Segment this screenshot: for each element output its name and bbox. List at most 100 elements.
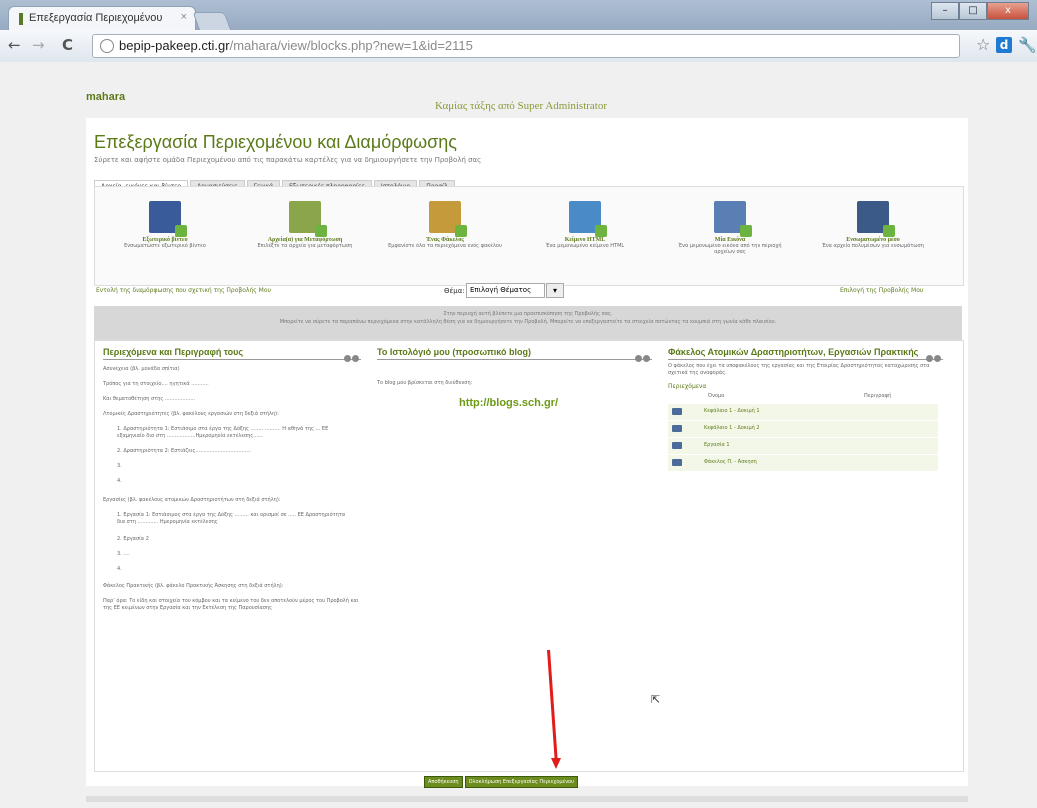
list-item[interactable]: Φάκελος Π. - Άσκηση xyxy=(668,455,938,472)
block-html[interactable]: Κείμενο HTML Ένα μεμονωμένο κείμενο HTML xyxy=(525,201,645,249)
folder-desc: Ο φάκελος που έχει τα υποφακέλους της ερ… xyxy=(668,363,930,376)
folder-icon xyxy=(672,442,682,449)
tab-close-icon[interactable]: × xyxy=(181,11,187,23)
save-button[interactable]: Αποθήκευση xyxy=(424,776,463,788)
minimize-button[interactable]: – xyxy=(931,2,959,20)
folder-icon xyxy=(672,408,682,415)
text-line: 1. Δραστηριότητα 1: Εστιάσιμο στα έργα τ… xyxy=(117,426,329,439)
reload-icon[interactable]: C xyxy=(62,36,73,54)
theme-value[interactable]: Επιλογή Θέματος xyxy=(466,283,545,298)
url-host: bepip-pakeep.cti.gr xyxy=(119,38,230,53)
text-line: 2. Δραστηριότητα 2: Εστιάζεις...........… xyxy=(117,448,252,454)
text-line: Ασυνέχεια (βλ. μονάδα σπίτια) xyxy=(103,366,180,372)
config-icon[interactable] xyxy=(344,355,351,362)
folder-name: Εργασία 1 xyxy=(704,442,730,448)
block-title-folder[interactable]: Φάκελος Ατομικών Δραστηριοτήτων, Εργασιώ… xyxy=(668,347,943,360)
text-line: 4. xyxy=(117,478,122,484)
page-footer-bar xyxy=(86,796,968,802)
notice-line-1: Στην περιοχή αυτή βλέπετε μια προεπισκόπ… xyxy=(443,311,613,317)
blog-intro: Το blog μου βρίσκεται στη διεύθυνση: xyxy=(377,380,473,386)
col-desc-header: Περιγραφή xyxy=(864,393,892,399)
welcome-text: Καμίας τάξης από Super Administrator xyxy=(434,100,608,112)
dropdown-arrow-icon[interactable]: ▾ xyxy=(546,283,564,298)
files-block-icon xyxy=(289,201,327,237)
text-line: Λτομικές Δραστηριότητες (βλ. φακέλους ερ… xyxy=(103,411,279,417)
block-title-blog[interactable]: Το Ιστολόγιό μου (προσωπικό blog) xyxy=(377,347,652,360)
url-path: /mahara/view/blocks.php?new=1&id=2115 xyxy=(229,38,473,53)
block-file-upload[interactable]: Αρχεία(α) για Μεταφόρτωση Επιλέξτε τα αρ… xyxy=(245,201,365,249)
text-line: 4. xyxy=(117,566,122,572)
notice-line-2: Μπορείτε να σύρετε τα παραπάνω περιεχόμε… xyxy=(279,319,777,325)
block-title-contents[interactable]: Περιεχόμενα και Περιγραφή τους xyxy=(103,347,361,360)
col-name-header: Όνομα xyxy=(708,393,725,399)
page-favicon-icon xyxy=(19,13,23,25)
bookmark-star-icon[interactable]: ☆ xyxy=(976,35,990,54)
text-line: Τρόπος για τη στοιχείο.... ηγητικά .....… xyxy=(103,381,209,387)
annotation-arrowhead xyxy=(551,758,561,769)
back-icon[interactable]: ← xyxy=(8,36,21,54)
maximize-button[interactable]: □ xyxy=(959,2,987,20)
folder-table-header: Όνομα Περιγραφή xyxy=(668,390,943,404)
html-block-icon xyxy=(569,201,607,237)
block-desc: Ενσωματώστε εξωτερικό βίντεο xyxy=(124,243,206,249)
video-block-icon xyxy=(149,201,187,237)
config-icon[interactable] xyxy=(635,355,642,362)
block-folder[interactable]: Ένας Φάκελος Εμφανίστε όλα τα περιεχόμεν… xyxy=(385,201,505,249)
column-3: Φάκελος Ατομικών Δραστηριοτήτων, Εργασιώ… xyxy=(668,347,943,474)
text-line: Εργασίες (βλ. φακέλους ατομικών Δραστηρι… xyxy=(103,497,281,503)
image-block-icon xyxy=(714,201,752,237)
close-window-button[interactable]: x xyxy=(987,2,1029,20)
list-item[interactable]: Εργασία 1 xyxy=(668,438,938,455)
folder-list: Κεφάλαιο 1 - Δοκιμή 1 Κεφάλαιο 1 - Δοκιμ… xyxy=(668,404,943,474)
extension-icon[interactable]: d xyxy=(996,37,1012,53)
block-palette: Εξωτερικό βίντεο Ενσωματώστε εξωτερικό β… xyxy=(94,186,964,286)
delete-icon[interactable] xyxy=(352,355,359,362)
text-line: Φάκελος Πρακτικής (βλ. φάκελο Πρακτικής … xyxy=(103,583,284,589)
view-columns: Περιεχόμενα και Περιγραφή τους Ασυνέχεια… xyxy=(94,340,964,772)
text-line: 1. Εργασία 1: Εστιάσιμος στα έργα της Δό… xyxy=(117,512,346,525)
folder-name: Κεφάλαιο 1 - Δοκιμή 1 xyxy=(704,408,760,414)
column-2: Το Ιστολόγιό μου (προσωπικό blog) Το blo… xyxy=(377,347,652,409)
block-desc: Ένα μεμονωμένο κείμενο HTML xyxy=(545,243,625,249)
browser-tab[interactable]: Επεξεργασία Περιεχομένου × xyxy=(8,6,196,31)
folder-block-icon xyxy=(429,201,467,237)
theme-label: Θέμα: xyxy=(444,287,465,295)
block-desc: Επιλέξτε τα αρχεία για μεταφόρτωση xyxy=(257,243,353,249)
block-external-video[interactable]: Εξωτερικό βίντεο Ενσωματώστε εξωτερικό β… xyxy=(105,201,225,249)
delete-icon[interactable] xyxy=(934,355,941,362)
finish-editing-button[interactable]: Ολοκλήρωση Επεξεργασίας Περιεχομένου xyxy=(464,776,579,788)
page-subtitle: Σύρετε και αφήστε ομάδα Περιεχομένου από… xyxy=(94,156,482,164)
block-desc: Ένα μεμονωμένο εικόνα από την περιοχή αρ… xyxy=(678,243,782,255)
page-info-icon[interactable] xyxy=(100,39,114,53)
preview-notice: Στην περιοχή αυτή βλέπετε μια προεπισκόπ… xyxy=(94,306,962,340)
list-item[interactable]: Κεφάλαιο 1 - Δοκιμή 1 xyxy=(668,404,938,421)
forward-icon[interactable]: → xyxy=(32,36,45,54)
delete-icon[interactable] xyxy=(643,355,650,362)
folder-icon xyxy=(672,425,682,432)
block-embedded-media[interactable]: Ενσωματωμένο μέσο Ένα αρχείο πολυμέσων γ… xyxy=(813,201,933,249)
list-item[interactable]: Κεφάλαιο 1 - Δοκιμή 2 xyxy=(668,421,938,438)
window-titlebar: Επεξεργασία Περιεχομένου × – □ x xyxy=(0,0,1037,31)
wrench-menu-icon[interactable]: 🔧 xyxy=(1018,36,1037,54)
config-icon[interactable] xyxy=(926,355,933,362)
block-desc: Εμφανίστε όλα τα περιεχόμενα ενός φακέλο… xyxy=(388,243,502,249)
view-display-link[interactable]: Επιλογή της Προβολής Μου xyxy=(840,287,923,294)
mouse-cursor-icon: ⇱ xyxy=(651,693,661,706)
page-title: Επεξεργασία Περιεχομένου και Διαμόρφωσης xyxy=(94,132,457,152)
folder-icon xyxy=(672,459,682,466)
footer-buttons: Αποθήκευση Ολοκλήρωση Επεξεργασίας Περιεχ… xyxy=(424,768,580,788)
theme-select[interactable]: Θέμα: Επιλογή Θέματος ▾ xyxy=(444,283,564,298)
layout-hint-link[interactable]: Εντολή της διαμόρφωσης που σχετική της Π… xyxy=(96,287,271,294)
block-controls xyxy=(343,347,361,362)
new-tab-button[interactable] xyxy=(192,12,232,31)
text-line: 3. .... xyxy=(117,551,130,557)
category-tabs: Αρχεία, εικόνες και βίντεοΔημοσιεύσειςΓε… xyxy=(94,173,962,193)
blog-url[interactable]: http://blogs.sch.gr/ xyxy=(459,397,652,409)
tab-title: Επεξεργασία Περιεχομένου xyxy=(29,12,163,24)
contents-label: Περιεχόμενα xyxy=(668,383,707,390)
address-bar[interactable]: bepip-pakeep.cti.gr/mahara/view/blocks.p… xyxy=(92,34,960,58)
block-image[interactable]: Μία Εικόνα Ένα μεμονωμένο εικόνα από την… xyxy=(670,201,790,255)
folder-name: Φάκελος Π. - Άσκηση xyxy=(704,459,757,465)
folder-name: Κεφάλαιο 1 - Δοκιμή 2 xyxy=(704,425,760,431)
block-controls xyxy=(925,347,943,362)
